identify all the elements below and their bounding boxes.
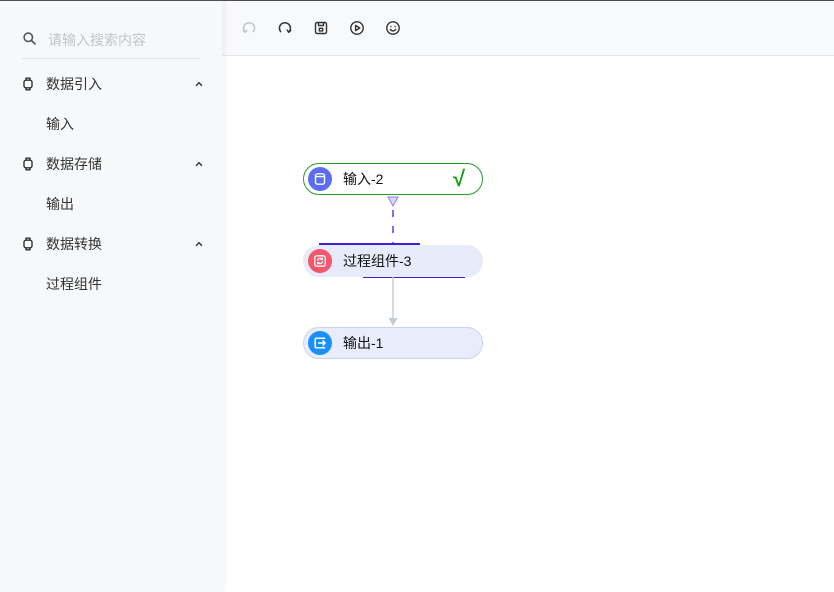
editor-toolbar <box>222 0 834 56</box>
search-box[interactable] <box>22 21 200 59</box>
chevron-up-icon[interactable] <box>194 159 204 169</box>
play-icon <box>349 20 365 36</box>
group-header-data-transform[interactable]: 数据转换 <box>0 224 222 264</box>
output-node-icon <box>308 331 332 355</box>
edge-arrow-marker <box>387 196 399 208</box>
node-label: 输入-2 <box>343 171 384 187</box>
flow-canvas[interactable]: 输入-2 √ 过程组件-3 输出-1 <box>222 56 834 592</box>
sidebar-item-label: 过程组件 <box>46 276 102 292</box>
sidebar-item-output[interactable]: 输出 <box>0 184 222 224</box>
search-icon <box>23 32 36 45</box>
group-header-data-storage[interactable]: 数据存储 <box>0 144 222 184</box>
undo-icon <box>241 20 257 36</box>
sidebar-item-process-component[interactable]: 过程组件 <box>0 264 222 304</box>
chevron-up-icon[interactable] <box>194 239 204 249</box>
smiley-icon <box>385 20 401 36</box>
group-label: 数据转换 <box>46 236 102 252</box>
component-icon <box>21 157 35 171</box>
save-icon <box>313 20 329 36</box>
save-button[interactable] <box>311 18 331 38</box>
window-top-edge <box>0 0 834 1</box>
node-label: 过程组件-3 <box>343 253 412 269</box>
sidebar-item-label: 输入 <box>46 116 74 132</box>
undo-button[interactable] <box>239 18 259 38</box>
run-button[interactable] <box>347 18 367 38</box>
redo-icon <box>277 20 293 36</box>
component-icon <box>21 77 35 91</box>
flow-node-output[interactable]: 输出-1 <box>303 327 483 359</box>
redo-button[interactable] <box>275 18 295 38</box>
component-sidebar: 数据引入 输入 数据存储 输出 <box>0 0 222 592</box>
group-label: 数据引入 <box>46 76 102 92</box>
sidebar-item-label: 输出 <box>46 196 74 212</box>
sidebar-item-input[interactable]: 输入 <box>0 104 222 144</box>
chevron-up-icon[interactable] <box>194 79 204 89</box>
component-groups: 数据引入 输入 数据存储 输出 数据转换 过程组件 <box>0 64 222 304</box>
success-check: √ <box>453 166 466 191</box>
flow-node-process[interactable]: 过程组件-3 <box>303 245 483 277</box>
search-input[interactable] <box>48 30 198 50</box>
group-label: 数据存储 <box>46 156 102 172</box>
node-label: 输出-1 <box>343 335 384 351</box>
group-header-data-import[interactable]: 数据引入 <box>0 64 222 104</box>
flow-edges <box>319 196 465 326</box>
flow-node-input[interactable]: 输入-2 √ <box>303 163 483 195</box>
edge-arrow-head <box>388 318 398 326</box>
input-node-icon <box>308 167 332 191</box>
process-node-icon <box>308 249 332 273</box>
component-icon <box>21 237 35 251</box>
emoji-button[interactable] <box>383 18 403 38</box>
